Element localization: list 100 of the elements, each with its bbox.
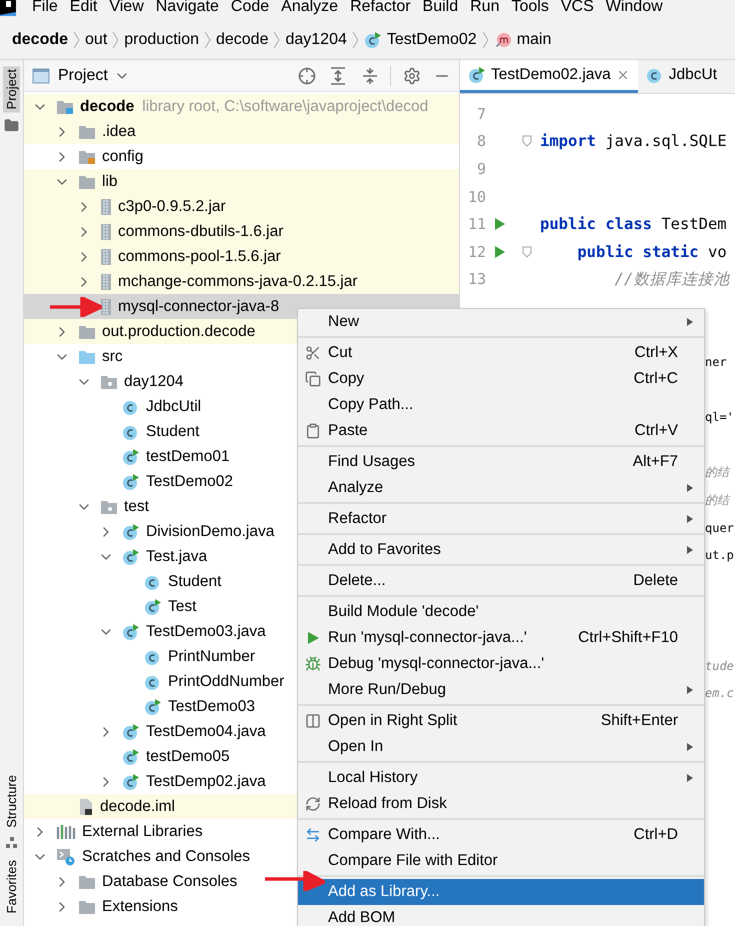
runnable-class-icon — [468, 66, 486, 84]
tree-item-label: PrintOddNumber — [168, 672, 284, 690]
runnable-class-icon — [144, 698, 162, 716]
split-view-icon — [305, 713, 321, 729]
menu-item[interactable]: Delete... Delete — [298, 568, 704, 594]
tool-window-tab[interactable]: Structure — [3, 772, 20, 831]
bug-icon — [305, 656, 321, 672]
breadcrumb-item[interactable]: TestDemo02 — [386, 30, 477, 48]
menu-item[interactable]: Local History — [298, 765, 704, 791]
chevron-separator-icon — [352, 30, 359, 50]
menu-item[interactable]: Debug 'mysql-connector-java...' — [298, 651, 704, 677]
line-number: 13 — [466, 270, 486, 288]
menu-item[interactable]: Compare File with Editor — [298, 848, 704, 874]
fold-marker-icon[interactable] — [522, 135, 532, 148]
menu-item[interactable]: Paste Ctrl+V — [298, 418, 704, 444]
run-gutter-icon[interactable] — [494, 217, 506, 232]
tree-item-label: Student — [168, 572, 222, 590]
tree-item-label: commons-dbutils-1.6.jar — [118, 222, 284, 240]
menu-item[interactable]: Add BOM — [298, 905, 704, 926]
tool-window-tab[interactable]: Project — [3, 66, 20, 112]
breadcrumb-item[interactable]: main — [516, 30, 552, 48]
folder-icon — [4, 118, 19, 134]
menu-item[interactable]: Add as Library... — [298, 879, 704, 905]
shortcut-label: Shift+Enter — [600, 712, 678, 730]
scissors-icon — [305, 345, 321, 361]
tree-item-label: out.production.decode — [102, 322, 256, 340]
panel-title[interactable]: Project — [58, 66, 108, 84]
settings-icon[interactable] — [403, 66, 421, 84]
shortcut-label: Ctrl+X — [634, 344, 678, 362]
menu-item[interactable]: Find Usages Alt+F7 — [298, 449, 704, 475]
code-comment: tude — [705, 658, 734, 673]
runnable-class-icon — [144, 598, 162, 616]
breadcrumb-item[interactable]: day1204 — [285, 30, 347, 48]
tree-item-label: src — [102, 348, 123, 366]
tree-item-label: mchange-commons-java-0.2.15.jar — [118, 272, 358, 290]
tree-item-label: TestDemo02 — [146, 472, 234, 490]
tree-item-label: TestDemp02.java — [146, 772, 266, 790]
tree-row[interactable]: commons-dbutils-1.6.jar — [24, 219, 459, 244]
folder-icon — [78, 174, 96, 190]
menu-item[interactable]: Build Module 'decode' — [298, 599, 704, 625]
jar-icon — [100, 222, 112, 240]
collapse-all-icon[interactable] — [362, 66, 378, 84]
locate-icon[interactable] — [298, 66, 316, 84]
line-number: 9 — [476, 160, 486, 178]
code-line: import java.sql.SQLE — [540, 132, 727, 150]
source-folder-icon — [78, 348, 96, 364]
tree-row[interactable]: c3p0-0.9.5.2.jar — [24, 194, 459, 219]
chevron-separator-icon — [112, 30, 120, 50]
tree-item-label: TestDemo03.java — [146, 622, 266, 640]
run-icon — [306, 631, 320, 645]
run-gutter-icon[interactable] — [494, 244, 506, 259]
tree-item-label: decode.iml — [100, 798, 175, 816]
tree-row[interactable]: lib — [24, 169, 459, 194]
tree-item-label: Scratches and Consoles — [82, 848, 250, 866]
code-comment: 的结 — [705, 492, 729, 509]
menu-item[interactable]: Copy Path... — [298, 392, 704, 418]
code-line: public static vo — [576, 242, 727, 261]
menu-item[interactable]: Run 'mysql-connector-java...' Ctrl+Shift+F10 — [298, 625, 704, 651]
menu-item[interactable]: Refactor — [298, 506, 704, 532]
runnable-class-icon — [122, 448, 140, 466]
jar-icon — [100, 298, 112, 316]
code-comment: //数据库连接池 — [614, 268, 730, 290]
tree-row[interactable]: config — [24, 144, 459, 169]
tree-row[interactable]: commons-pool-1.5.6.jar — [24, 244, 459, 269]
tree-row[interactable]: decode library root, C:\software\javaproject\decod — [24, 94, 459, 119]
tree-row[interactable]: mchange-commons-java-0.2.15.jar — [24, 269, 459, 294]
shortcut-label: Alt+F7 — [632, 453, 678, 471]
menu-item[interactable]: Copy Ctrl+C — [298, 366, 704, 392]
breadcrumb-item[interactable]: production — [124, 30, 199, 48]
panel-icon — [32, 68, 50, 84]
chevron-separator-icon — [273, 30, 280, 50]
runnable-class-icon — [122, 622, 140, 640]
line-number: 11 — [466, 215, 486, 234]
tree-item-label: testDemo01 — [146, 448, 230, 466]
menu-bar-item[interactable]: VCS — [554, 0, 600, 16]
tree-item-label: config — [102, 148, 144, 166]
class-icon — [646, 66, 664, 84]
tree-item-label: PrintNumber — [168, 648, 255, 666]
menu-item[interactable]: More Run/Debug — [298, 677, 704, 703]
tool-window-tab[interactable]: Favorites — [3, 856, 20, 916]
expand-all-icon[interactable] — [330, 66, 346, 84]
tree-item-label: .idea — [102, 122, 136, 140]
breadcrumb-item[interactable]: out — [85, 30, 108, 48]
menu-bar-item[interactable]: Run — [464, 0, 506, 16]
breadcrumb-item[interactable]: decode — [12, 30, 68, 48]
menu-item[interactable]: Open in Right Split Shift+Enter — [298, 708, 704, 734]
editor-tab[interactable]: JdbcUt — [638, 60, 726, 93]
tree-item-label: lib — [102, 172, 118, 190]
menu-item[interactable]: Compare With... Ctrl+D — [298, 822, 704, 848]
tree-item-label: JdbcUtil — [146, 398, 202, 416]
editor-tab[interactable]: TestDemo02.java — [460, 60, 638, 93]
runnable-class-icon — [122, 722, 140, 740]
tree-row[interactable]: .idea — [24, 119, 459, 144]
fold-marker-icon[interactable] — [522, 246, 532, 258]
menu-item[interactable]: Add to Favorites — [298, 537, 704, 563]
shortcut-label: Ctrl+V — [634, 422, 678, 440]
breadcrumb-item[interactable]: decode — [216, 30, 268, 48]
menu-item[interactable]: Analyze — [298, 475, 704, 501]
folder-icon — [78, 324, 96, 340]
menu-item[interactable]: Open In — [298, 734, 704, 760]
